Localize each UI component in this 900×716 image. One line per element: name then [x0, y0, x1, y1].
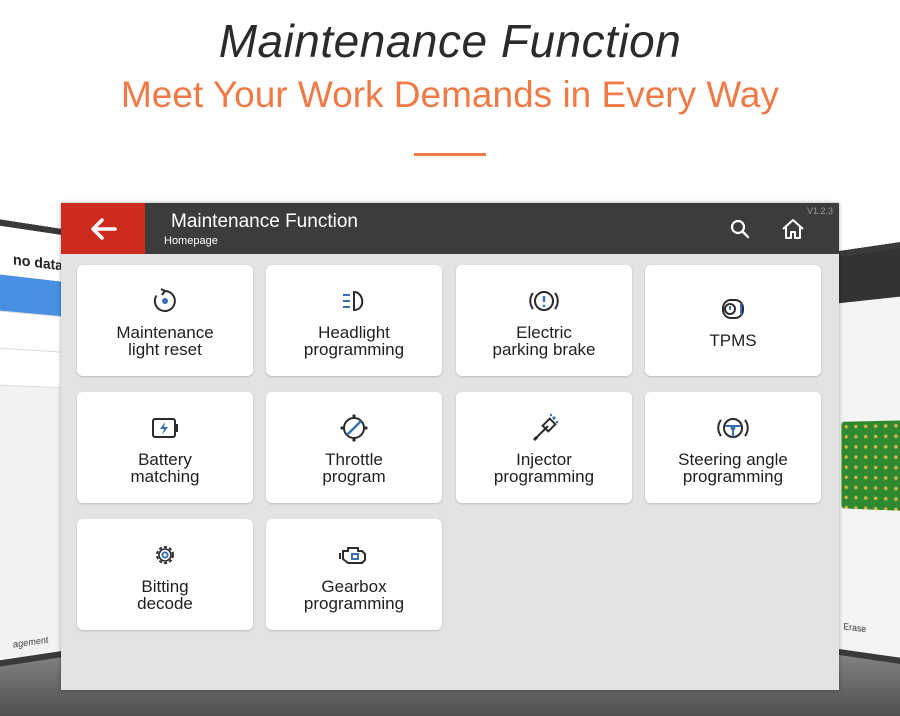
tile-label: Electric parking brake	[492, 322, 596, 359]
right-tablet-footer: Erase	[843, 621, 867, 635]
steering-wheel-icon	[716, 411, 750, 445]
reset-arrow-icon	[148, 284, 182, 318]
tile-label: Maintenance light reset	[116, 322, 214, 359]
tile-battery-matching[interactable]: Battery matching	[77, 392, 253, 503]
version-label: V1.2.3	[806, 206, 833, 216]
parking-brake-icon	[527, 284, 561, 318]
banner-headline: Maintenance Function	[218, 15, 682, 67]
top-bar: Maintenance Function Homepage V1.2.3	[61, 203, 839, 254]
arrow-left-icon	[91, 217, 117, 240]
back-button[interactable]	[61, 203, 145, 254]
tile-bitting-decode[interactable]: Bitting decode	[77, 519, 253, 630]
tile-maintenance-light-reset[interactable]: Maintenance light reset	[77, 265, 253, 376]
engine-icon	[337, 538, 371, 572]
tile-label: Injector programming	[493, 449, 595, 486]
tile-label: Steering angle programming	[678, 449, 788, 486]
tile-throttle-program[interactable]: Throttle program	[266, 392, 442, 503]
battery-icon	[148, 411, 182, 445]
tile-steering-angle-programming[interactable]: Steering angle programming	[645, 392, 821, 503]
banner-divider	[414, 153, 486, 156]
tile-label: Headlight programming	[303, 322, 405, 359]
tile-label: Gearbox programming	[303, 576, 405, 613]
tile-label: Throttle program	[322, 449, 386, 486]
tile-gearbox-programming[interactable]: Gearbox programming	[266, 519, 442, 630]
tile-label: Bitting decode	[137, 576, 193, 613]
breadcrumb: Homepage	[164, 235, 218, 247]
gear-icon	[148, 538, 182, 572]
left-tablet-footer: agement	[12, 634, 49, 650]
home-button[interactable]	[779, 215, 807, 243]
tile-label: Battery matching	[130, 449, 200, 486]
throttle-icon	[337, 411, 371, 445]
tire-pressure-icon	[716, 292, 750, 326]
circuit-board-image	[841, 420, 900, 512]
tile-headlight-programming[interactable]: Headlight programming	[266, 265, 442, 376]
tile-label: TPMS	[709, 331, 757, 350]
search-icon	[730, 219, 750, 239]
headlight-icon	[337, 284, 371, 318]
tile-electric-parking-brake[interactable]: Electric parking brake	[456, 265, 632, 376]
injector-icon	[527, 411, 561, 445]
page-title: Maintenance Function	[171, 211, 358, 232]
right-tablet-header	[837, 242, 900, 304]
banner-subheadline: Meet Your Work Demands in Every Way	[120, 74, 780, 115]
background-tablet-right: Erase	[832, 235, 900, 671]
tablet-screen: Maintenance Function Homepage V1.2.3 Mai…	[61, 203, 839, 690]
home-icon	[782, 219, 804, 239]
search-button[interactable]	[726, 215, 754, 243]
tile-injector-programming[interactable]: Injector programming	[456, 392, 632, 503]
tile-tpms[interactable]: TPMS	[645, 265, 821, 376]
